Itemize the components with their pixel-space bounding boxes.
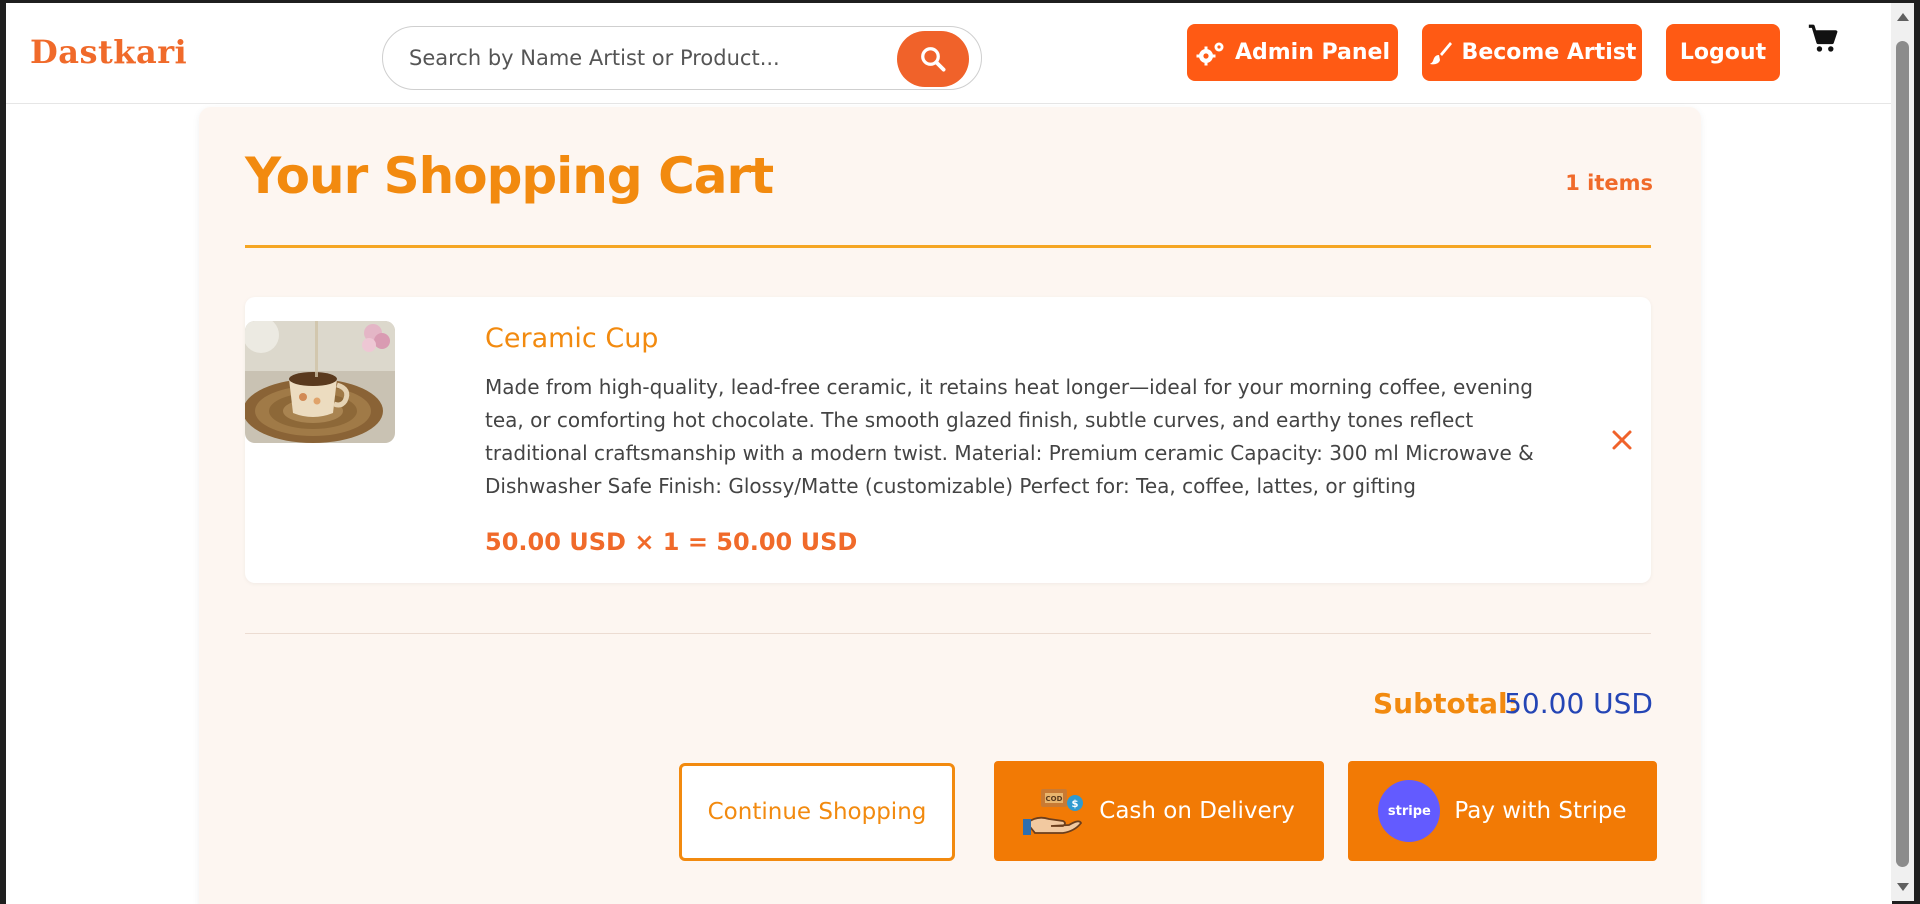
admin-panel-button[interactable]: Admin Panel [1187,24,1398,81]
subtotal-label: Subtotal: [1373,687,1519,720]
close-icon [1612,430,1632,450]
scroll-thumb[interactable] [1896,41,1909,867]
cart-icon[interactable] [1806,22,1840,56]
gears-icon [1196,42,1224,65]
svg-text:COD: COD [1046,795,1063,803]
cash-hand-icon: COD $ [1023,789,1084,835]
logout-button[interactable]: Logout [1666,24,1780,81]
svg-text:$: $ [1072,799,1079,810]
title-divider [245,245,1651,248]
search-icon [921,47,946,72]
search-input[interactable] [409,41,879,75]
summary-divider [245,633,1651,634]
site-header: Dastkari Admin Panel [6,3,1892,104]
scroll-down-arrow-icon[interactable] [1897,883,1909,891]
pay-with-stripe-label: Pay with Stripe [1454,798,1627,824]
vertical-scrollbar[interactable] [1891,3,1914,901]
product-image [245,321,395,443]
product-description: Made from high-quality, lead-free cerami… [485,375,1534,498]
become-artist-button[interactable]: Become Artist [1422,24,1642,81]
cash-on-delivery-label: Cash on Delivery [1099,798,1295,824]
product-name[interactable]: Ceramic Cup [485,323,658,354]
remove-item-button[interactable] [1607,425,1637,455]
site-logo[interactable]: Dastkari [30,33,187,71]
become-artist-label: Become Artist [1461,40,1637,65]
search-button[interactable] [897,31,969,87]
admin-panel-label: Admin Panel [1234,40,1391,65]
browser-viewport: Dastkari Admin Panel [6,3,1892,904]
brush-icon [1429,41,1452,64]
pay-with-stripe-button[interactable]: stripe Pay with Stripe [1348,761,1657,861]
subtotal-value: 50.00 USD [1504,687,1653,720]
cash-on-delivery-button[interactable]: COD $ Cash on Delivery [994,761,1324,861]
stripe-logo: stripe [1378,780,1441,842]
scroll-up-arrow-icon[interactable] [1897,13,1909,21]
shopping-cart-panel: Your Shopping Cart 1 items Ceramic Cup M… [199,107,1701,904]
items-count-badge: 1 items [1565,171,1653,195]
cart-item: Ceramic Cup Made from high-quality, lead… [245,297,1651,583]
product-price-line: 50.00 USD × 1 = 50.00 USD [485,528,858,556]
continue-shopping-button[interactable]: Continue Shopping [679,763,955,861]
page-title: Your Shopping Cart [245,147,774,205]
search-bar [382,26,982,90]
